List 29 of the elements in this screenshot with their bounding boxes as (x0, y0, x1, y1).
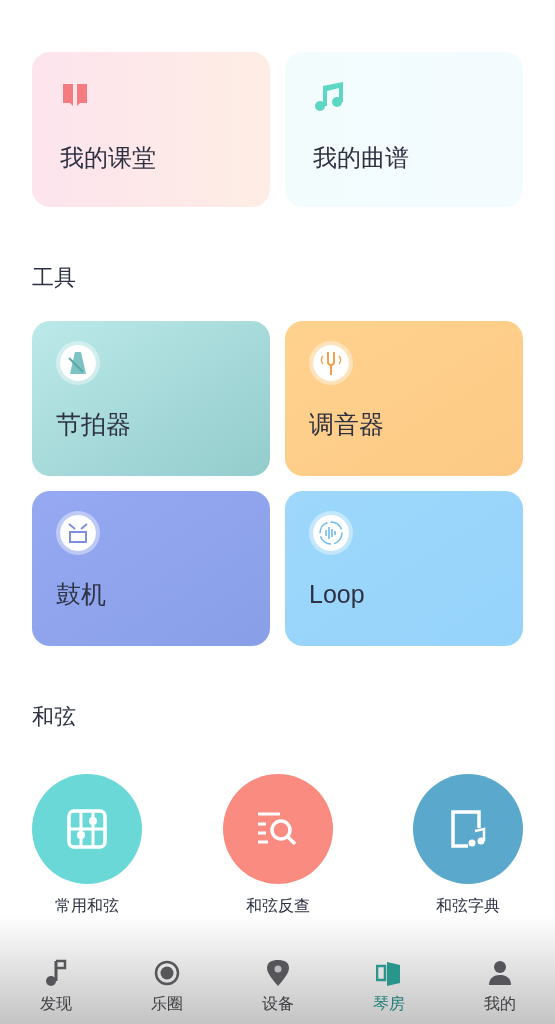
card-label: 调音器 (309, 409, 385, 439)
card-label: 我的曲谱 (313, 143, 410, 173)
card-label: Loop (309, 579, 366, 609)
door-icon (375, 960, 402, 986)
card-label: 我的课堂 (60, 143, 157, 173)
search-list-icon (256, 812, 299, 846)
chord-tool-label: 和弦字典 (436, 896, 500, 916)
tab-item[interactable]: 乐圈 (131, 958, 202, 1016)
section-title: 和弦 (32, 704, 77, 730)
card-label: 鼓机 (56, 579, 107, 609)
tool-card[interactable]: 节拍器 (32, 321, 270, 476)
tool-card[interactable]: 调音器 (285, 321, 523, 476)
chord-grid-icon (67, 809, 107, 849)
music-note-icon (43, 959, 68, 987)
card-label: 节拍器 (56, 409, 132, 439)
shortcut-card[interactable]: 我的曲谱 (285, 52, 523, 207)
tab-item[interactable]: 设备 (242, 958, 313, 1016)
target-icon (153, 960, 180, 986)
chord-tool-label: 和弦反查 (245, 896, 310, 916)
tool-card[interactable]: Loop (285, 491, 523, 646)
tab-item[interactable]: 发现 (20, 958, 91, 1016)
tab-item[interactable]: 我的 (464, 958, 535, 1016)
section-title: 工具 (32, 265, 77, 291)
sound-wave-icon (317, 519, 345, 547)
chord-tool-label: 常用和弦 (55, 896, 119, 916)
person-icon (487, 960, 512, 986)
shortcut-card[interactable]: 我的课堂 (32, 52, 270, 207)
tool-card[interactable]: 鼓机 (32, 491, 270, 646)
music-book-icon (448, 809, 488, 849)
